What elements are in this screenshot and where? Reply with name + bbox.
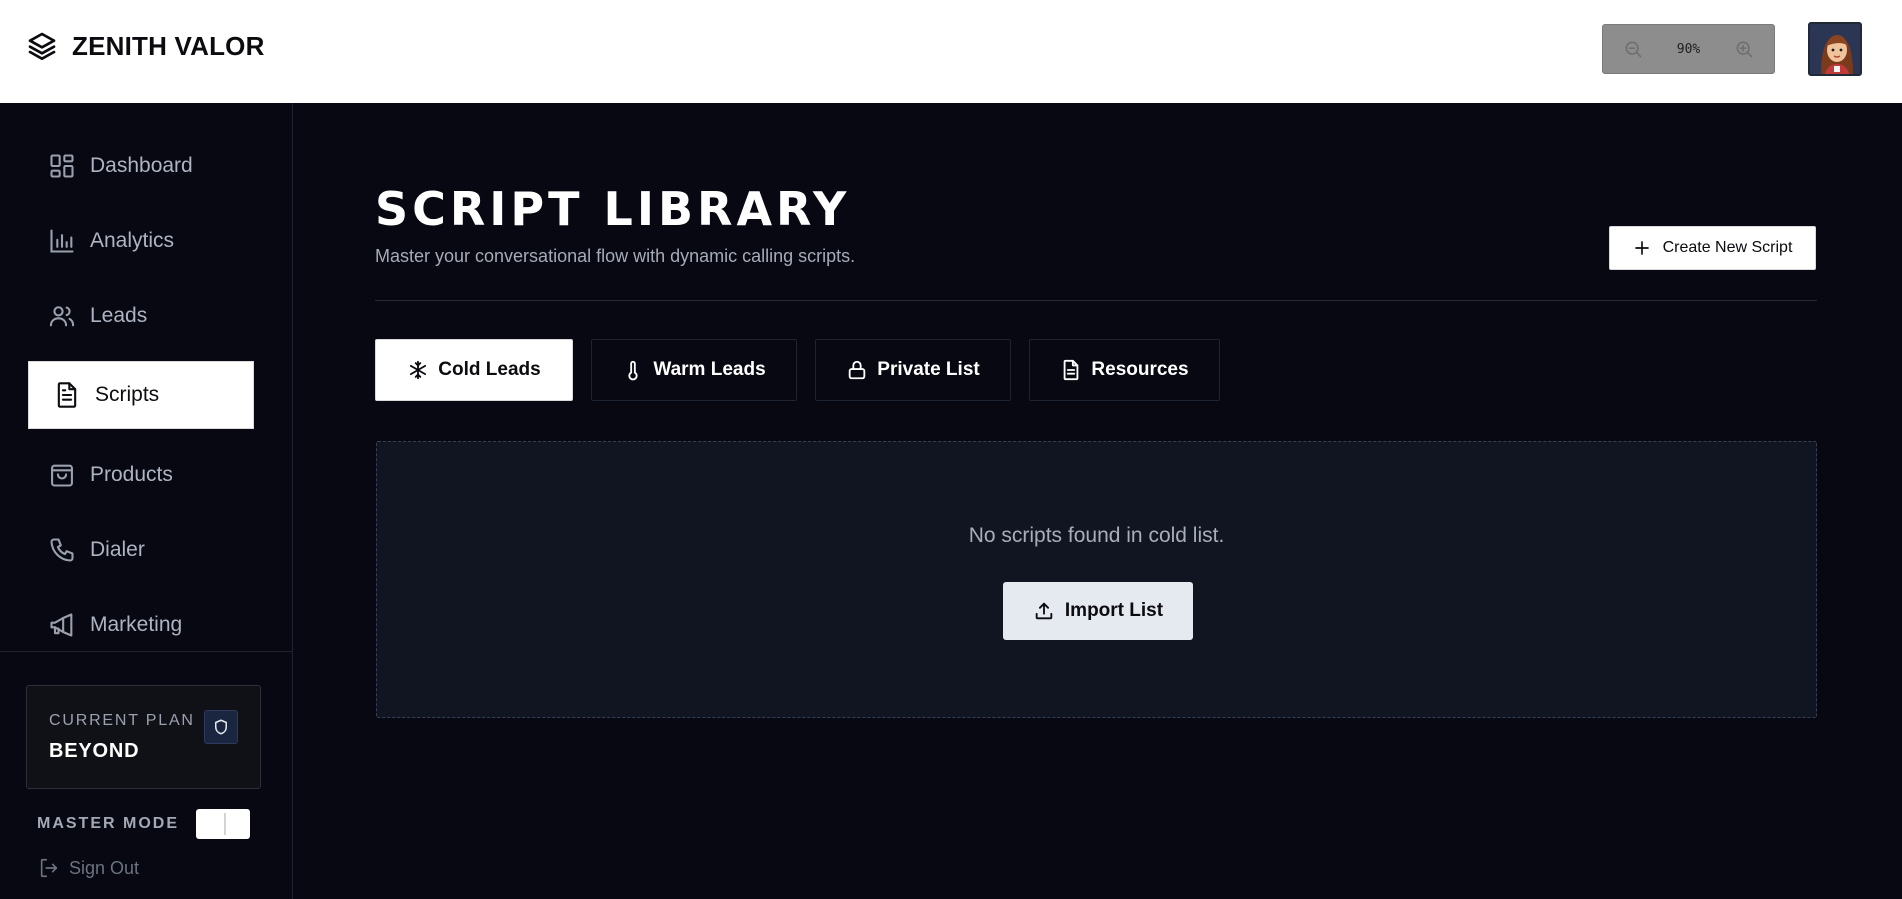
tab-label: Resources: [1091, 359, 1189, 380]
shield-icon: [204, 710, 238, 744]
app-root: ZENITH VALOR 90% Dashboard Analytics Lea…: [0, 0, 1902, 899]
tab-cold-leads[interactable]: Cold Leads: [375, 339, 573, 401]
file-text-icon: [53, 381, 81, 409]
thermometer-icon: [622, 359, 644, 381]
empty-state-panel: No scripts found in cold list. Import Li…: [376, 441, 1817, 718]
sidebar-item-dialer[interactable]: Dialer: [28, 517, 254, 583]
empty-state-message: No scripts found in cold list.: [968, 524, 1225, 547]
zoom-in-icon: [1736, 41, 1753, 58]
page-title: SCRIPT LIBRARY: [375, 182, 851, 236]
sidebar-item-label: Products: [90, 463, 173, 486]
import-button-label: Import List: [1064, 600, 1164, 621]
sidebar-item-label: Leads: [90, 304, 148, 327]
log-out-icon: [38, 857, 60, 879]
top-bar: ZENITH VALOR 90%: [0, 0, 1902, 103]
master-mode-label: MASTER MODE: [37, 815, 179, 832]
sidebar-divider: [0, 651, 293, 652]
sign-out-label: Sign Out: [69, 857, 140, 878]
megaphone-icon: [48, 611, 76, 639]
page-subtitle: Master your conversational flow with dyn…: [375, 246, 856, 266]
sidebar-item-scripts[interactable]: Scripts: [28, 361, 254, 429]
file-text-icon: [1060, 359, 1082, 381]
shopping-bag-icon: [48, 461, 76, 489]
phone-icon: [48, 536, 76, 564]
brand[interactable]: ZENITH VALOR: [26, 30, 265, 62]
sidebar-item-marketing[interactable]: Marketing: [28, 592, 254, 658]
plan-label: CURRENT PLAN: [49, 712, 195, 729]
lock-icon: [846, 359, 868, 381]
sidebar-item-label: Scripts: [95, 383, 160, 406]
snowflake-icon: [407, 359, 429, 381]
zoom-out-button[interactable]: [1621, 37, 1645, 61]
avatar[interactable]: [1808, 22, 1862, 76]
tab-resources[interactable]: Resources: [1029, 339, 1220, 401]
sidebar-item-leads[interactable]: Leads: [28, 283, 254, 349]
tab-label: Cold Leads: [438, 359, 541, 380]
toggle-knob: [224, 813, 226, 835]
sidebar-item-products[interactable]: Products: [28, 442, 254, 508]
sidebar-item-label: Analytics: [90, 229, 175, 252]
zoom-control: 90%: [1602, 24, 1775, 74]
zoom-out-icon: [1625, 41, 1642, 58]
dashboard-icon: [48, 152, 76, 180]
tab-private-list[interactable]: Private List: [815, 339, 1011, 401]
brand-name: ZENITH VALOR: [72, 30, 265, 61]
sidebar-item-dashboard[interactable]: Dashboard: [28, 133, 254, 199]
sidebar-item-analytics[interactable]: Analytics: [28, 208, 254, 274]
plan-name: BEYOND: [49, 740, 140, 762]
header-divider: [375, 300, 1817, 301]
bar-chart-icon: [48, 227, 76, 255]
import-list-button[interactable]: Import List: [1003, 582, 1193, 640]
create-new-script-button[interactable]: Create New Script: [1609, 226, 1816, 270]
zoom-in-button[interactable]: [1732, 37, 1756, 61]
sidebar-item-label: Marketing: [90, 613, 183, 636]
sidebar-item-label: Dashboard: [90, 154, 193, 177]
sidebar-item-label: Dialer: [90, 538, 145, 561]
sign-out-button[interactable]: Sign Out: [38, 857, 139, 879]
layers-icon: [26, 30, 58, 62]
sidebar: Dashboard Analytics Leads Scripts Produc…: [0, 103, 293, 899]
upload-icon: [1033, 600, 1055, 622]
users-icon: [48, 302, 76, 330]
tab-label: Warm Leads: [653, 359, 766, 380]
plus-icon: [1633, 239, 1651, 257]
tab-label: Private List: [877, 359, 980, 380]
zoom-level: 90%: [1676, 41, 1701, 57]
create-button-label: Create New Script: [1662, 239, 1793, 256]
master-mode-toggle[interactable]: [196, 809, 250, 839]
plan-card: CURRENT PLAN BEYOND: [26, 685, 261, 789]
tab-warm-leads[interactable]: Warm Leads: [591, 339, 797, 401]
